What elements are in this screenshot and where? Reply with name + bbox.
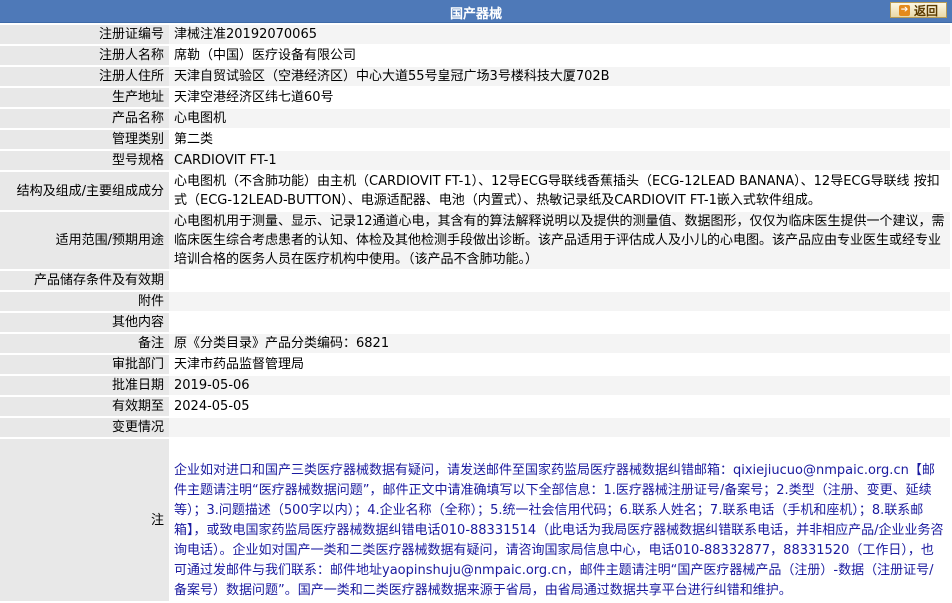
field-value: 2024-05-05 xyxy=(169,397,950,416)
field-label: 结构及组成/主要组成成分 xyxy=(0,172,169,210)
field-value xyxy=(169,313,950,332)
row-intended-use: 适用范围/预期用途 心电图机用于测量、显示、记录12通道心电，其含有的算法解释说… xyxy=(0,212,950,269)
field-label: 管理类别 xyxy=(0,130,169,149)
row-product-name: 产品名称 心电图机 xyxy=(0,109,950,128)
registration-info-table: 注册证编号 津械注准20192070065 注册人名称 席勒（中国）医疗设备有限… xyxy=(0,23,950,603)
row-storage-conditions: 产品储存条件及有效期 xyxy=(0,271,950,290)
field-value: 津械注准20192070065 xyxy=(169,25,950,44)
field-label: 型号规格 xyxy=(0,151,169,170)
row-model-spec: 型号规格 CARDIOVIT FT-1 xyxy=(0,151,950,170)
field-value: 心电图机用于测量、显示、记录12通道心电，其含有的算法解释说明以及提供的测量值、… xyxy=(169,212,950,269)
row-registrant-name: 注册人名称 席勒（中国）医疗设备有限公司 xyxy=(0,46,950,65)
row-remarks: 备注 原《分类目录》产品分类编码：6821 xyxy=(0,334,950,353)
row-production-address: 生产地址 天津空港经济区纬七道60号 xyxy=(0,88,950,107)
field-label: 生产地址 xyxy=(0,88,169,107)
field-label: 备注 xyxy=(0,334,169,353)
back-arrow-icon: ➔ xyxy=(898,4,910,16)
field-label: 产品名称 xyxy=(0,109,169,128)
row-valid-until: 有效期至 2024-05-05 xyxy=(0,397,950,416)
field-value: 2019-05-06 xyxy=(169,376,950,395)
field-value: 第二类 xyxy=(169,130,950,149)
field-value: 原《分类目录》产品分类编码：6821 xyxy=(169,334,950,353)
field-label: 注册证编号 xyxy=(0,25,169,44)
notice-label: 注 xyxy=(0,439,169,601)
field-label: 适用范围/预期用途 xyxy=(0,212,169,269)
row-registrant-address: 注册人住所 天津自贸试验区（空港经济区）中心大道55号皇冠广场3号楼科技大厦70… xyxy=(0,67,950,86)
row-other-content: 其他内容 xyxy=(0,313,950,332)
field-label: 其他内容 xyxy=(0,313,169,332)
row-attachments: 附件 xyxy=(0,292,950,311)
row-approval-date: 批准日期 2019-05-06 xyxy=(0,376,950,395)
field-value: 天津空港经济区纬七道60号 xyxy=(169,88,950,107)
back-button-label: 返回 xyxy=(913,3,938,18)
field-value xyxy=(169,292,950,311)
field-label: 注册人名称 xyxy=(0,46,169,65)
field-value xyxy=(169,271,950,290)
row-change-history: 变更情况 xyxy=(0,418,950,437)
field-value: 席勒（中国）医疗设备有限公司 xyxy=(169,46,950,65)
field-value: 天津自贸试验区（空港经济区）中心大道55号皇冠广场3号楼科技大厦702B xyxy=(169,67,950,86)
page-title: 国产器械 xyxy=(449,7,502,22)
title-bar: 国产器械 ➔ 返回 xyxy=(0,0,952,23)
row-approval-department: 审批部门 天津市药品监督管理局 xyxy=(0,355,950,374)
field-value: 心电图机 xyxy=(169,109,950,128)
row-structure-composition: 结构及组成/主要组成成分 心电图机（不含肺功能）由主机（CARDIOVIT FT… xyxy=(0,172,950,210)
device-detail-page: 国产器械 ➔ 返回 注册证编号 津械注准20192070065 注册人名称 席勒… xyxy=(0,0,952,601)
field-value xyxy=(169,418,950,437)
row-registration-number: 注册证编号 津械注准20192070065 xyxy=(0,25,950,44)
row-notice: 注 企业如对进口和国产三类医疗器械数据有疑问，请发送邮件至国家药监局医疗器械数据… xyxy=(0,439,950,601)
field-label: 变更情况 xyxy=(0,418,169,437)
notice-text: 企业如对进口和国产三类医疗器械数据有疑问，请发送邮件至国家药监局医疗器械数据纠错… xyxy=(169,439,950,601)
field-value: 天津市药品监督管理局 xyxy=(169,355,950,374)
field-label: 产品储存条件及有效期 xyxy=(0,271,169,290)
field-value: 心电图机（不含肺功能）由主机（CARDIOVIT FT-1）、12导ECG导联线… xyxy=(169,172,950,210)
field-value: CARDIOVIT FT-1 xyxy=(169,151,950,170)
field-label: 批准日期 xyxy=(0,376,169,395)
field-label: 附件 xyxy=(0,292,169,311)
back-button[interactable]: ➔ 返回 xyxy=(890,2,947,18)
field-label: 注册人住所 xyxy=(0,67,169,86)
row-management-class: 管理类别 第二类 xyxy=(0,130,950,149)
field-label: 审批部门 xyxy=(0,355,169,374)
field-label: 有效期至 xyxy=(0,397,169,416)
